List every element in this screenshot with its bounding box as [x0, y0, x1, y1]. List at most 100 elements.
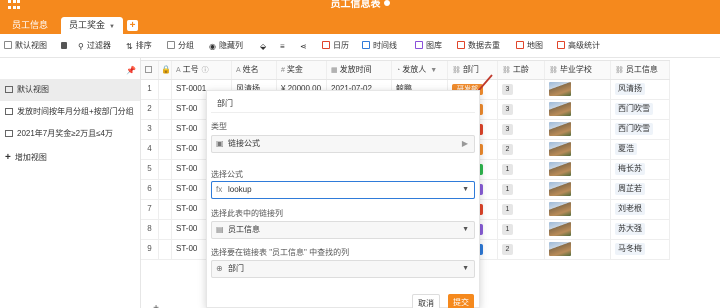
cell-school[interactable] [545, 100, 611, 119]
cell-years[interactable]: 3 [498, 120, 545, 139]
add-tab-button[interactable]: + [127, 20, 138, 31]
school-photo-thumbnail[interactable] [549, 222, 571, 236]
linked-record-chip[interactable]: 刘老根 [615, 203, 645, 215]
cell-employee-info[interactable]: 梅长苏 [611, 160, 670, 179]
years-badge: 1 [502, 164, 513, 175]
cell-years[interactable]: 2 [498, 240, 545, 259]
cell-years[interactable]: 1 [498, 200, 545, 219]
submit-button[interactable]: 提交 [448, 294, 474, 308]
linked-record-chip[interactable]: 风清扬 [615, 83, 645, 95]
pin-icon[interactable]: 📌 [126, 66, 136, 75]
row-number: 3 [141, 120, 159, 139]
toolbar-timeline[interactable]: 时间线 [362, 34, 397, 58]
row-spacer [159, 180, 172, 199]
cell-employee-info[interactable]: 西门吹雪 [611, 100, 670, 119]
cell-school[interactable] [545, 140, 611, 159]
school-photo-thumbnail[interactable] [549, 82, 571, 96]
cell-employee-info[interactable]: 西门吹雪 [611, 120, 670, 139]
gallery-icon [415, 41, 423, 49]
cell-school[interactable] [545, 180, 611, 199]
select-all-checkbox[interactable] [141, 61, 159, 79]
field-name-input[interactable]: 部门 [211, 95, 475, 113]
cell-school[interactable] [545, 160, 611, 179]
add-row-button[interactable]: + [141, 300, 171, 308]
cell-years[interactable]: 3 [498, 80, 545, 99]
column-header-id[interactable]: A 工号 ⓘ [172, 61, 232, 79]
cell-years[interactable]: 1 [498, 220, 545, 239]
view-item-grouped[interactable]: 发放时间按年月分组+按部门分组 [0, 101, 140, 123]
view-item-filtered[interactable]: 2021年7月奖金≥2万且≤4万 [0, 123, 140, 145]
link-column-select[interactable]: ▤ 员工信息 ▼ [211, 221, 475, 239]
toolbar-group[interactable]: 分组 [167, 34, 194, 58]
toolbar-sort[interactable]: ⇅ 排序 [126, 34, 152, 58]
school-photo-thumbnail[interactable] [549, 242, 571, 256]
share-button[interactable]: ⋖ [300, 34, 310, 58]
type-select[interactable]: ▣ 链接公式 ▶ [211, 135, 475, 153]
tab-label: 员工奖金 [69, 20, 106, 30]
column-header-years[interactable]: ⛓ 工龄 [498, 61, 545, 79]
cell-years[interactable]: 1 [498, 160, 545, 179]
cell-years[interactable]: 3 [498, 100, 545, 119]
tab-employee-bonus[interactable]: 员工奖金 ▼ [61, 17, 123, 34]
linked-record-chip[interactable]: 梅长苏 [615, 163, 645, 175]
linked-record-chip[interactable]: 周芷若 [615, 183, 645, 195]
school-photo-thumbnail[interactable] [549, 182, 571, 196]
toolbar-calendar[interactable]: 日历 [322, 34, 349, 58]
add-view-button[interactable]: + 增加视图 [5, 152, 47, 163]
toolbar-advanced-stats[interactable]: 高级统计 [557, 34, 600, 58]
document-title: 员工信息表 [0, 0, 720, 10]
cell-employee-info[interactable]: 风清扬 [611, 80, 670, 99]
cell-school[interactable] [545, 200, 611, 219]
column-header-name[interactable]: A 姓名 [232, 61, 277, 79]
linked-record-chip[interactable]: 西门吹雪 [615, 123, 653, 135]
lookup-column-select[interactable]: ⊕ 部门 ▼ [211, 260, 475, 278]
column-header-date[interactable]: ▦ 发放时间 [327, 61, 392, 79]
school-photo-thumbnail[interactable] [549, 102, 571, 116]
fill-color-button[interactable]: ⬙ [260, 34, 269, 58]
school-photo-thumbnail[interactable] [549, 122, 571, 136]
cell-years[interactable]: 1 [498, 180, 545, 199]
cell-school[interactable] [545, 120, 611, 139]
table-icon [5, 130, 13, 137]
toolbar-map[interactable]: 地图 [516, 34, 543, 58]
chevron-down-icon[interactable]: ▼ [430, 67, 437, 74]
cell-employee-info[interactable]: 夏浩 [611, 140, 670, 159]
chevron-down-icon[interactable]: ▼ [109, 24, 115, 30]
column-header-bonus[interactable]: # 奖金 [277, 61, 327, 79]
row-spacer [159, 240, 172, 259]
column-header-school[interactable]: ⛓ 毕业学校 [545, 61, 611, 79]
toolbar: 默认视图 ⚲ 过滤器 ⇅ 排序 分组 ◉ 隐藏列 ⬙ ≡ ⋖ 日历 时间线 图库 数据… [0, 34, 720, 58]
cell-school[interactable] [545, 80, 611, 99]
linked-record-chip[interactable]: 马冬梅 [615, 243, 645, 255]
linked-record-chip[interactable]: 夏浩 [615, 143, 637, 155]
row-height-button[interactable]: ≡ [280, 34, 288, 58]
toolbar-dedupe[interactable]: 数据去重 [457, 34, 500, 58]
cell-years[interactable]: 2 [498, 140, 545, 159]
cell-employee-info[interactable]: 周芷若 [611, 180, 670, 199]
linked-record-chip[interactable]: 西门吹雪 [615, 103, 653, 115]
toolbar-gallery[interactable]: 图库 [415, 34, 442, 58]
toolbar-filter[interactable]: ⚲ 过滤器 [78, 34, 111, 58]
cell-school[interactable] [545, 240, 611, 259]
link-icon: ⛓ [549, 67, 558, 74]
column-header-issuer[interactable]: ◔ 发放人 ▼ [392, 61, 448, 79]
linked-record-chip[interactable]: 苏大强 [615, 223, 645, 235]
column-header-label: 工号 [182, 65, 199, 74]
school-photo-thumbnail[interactable] [549, 162, 571, 176]
cell-employee-info[interactable]: 马冬梅 [611, 240, 670, 259]
toolbar-default-view[interactable]: 默认视图 [4, 34, 47, 58]
toolbar-hide-columns[interactable]: ◉ 隐藏列 [209, 34, 243, 58]
view-item-default[interactable]: 默认视图 [0, 79, 140, 101]
row-spacer [159, 100, 172, 119]
column-header-label: 工龄 [512, 65, 529, 74]
lock-button[interactable] [61, 34, 70, 58]
school-photo-thumbnail[interactable] [549, 142, 571, 156]
tab-employee-info[interactable]: 员工信息 [4, 17, 56, 34]
cell-employee-info[interactable]: 刘老根 [611, 200, 670, 219]
cell-employee-info[interactable]: 苏大强 [611, 220, 670, 239]
school-photo-thumbnail[interactable] [549, 202, 571, 216]
column-header-employee-info[interactable]: ⛓ 员工信息 [611, 61, 670, 79]
cell-school[interactable] [545, 220, 611, 239]
cancel-button[interactable]: 取消 [412, 294, 440, 308]
formula-select[interactable]: fx lookup ▼ [211, 181, 475, 199]
